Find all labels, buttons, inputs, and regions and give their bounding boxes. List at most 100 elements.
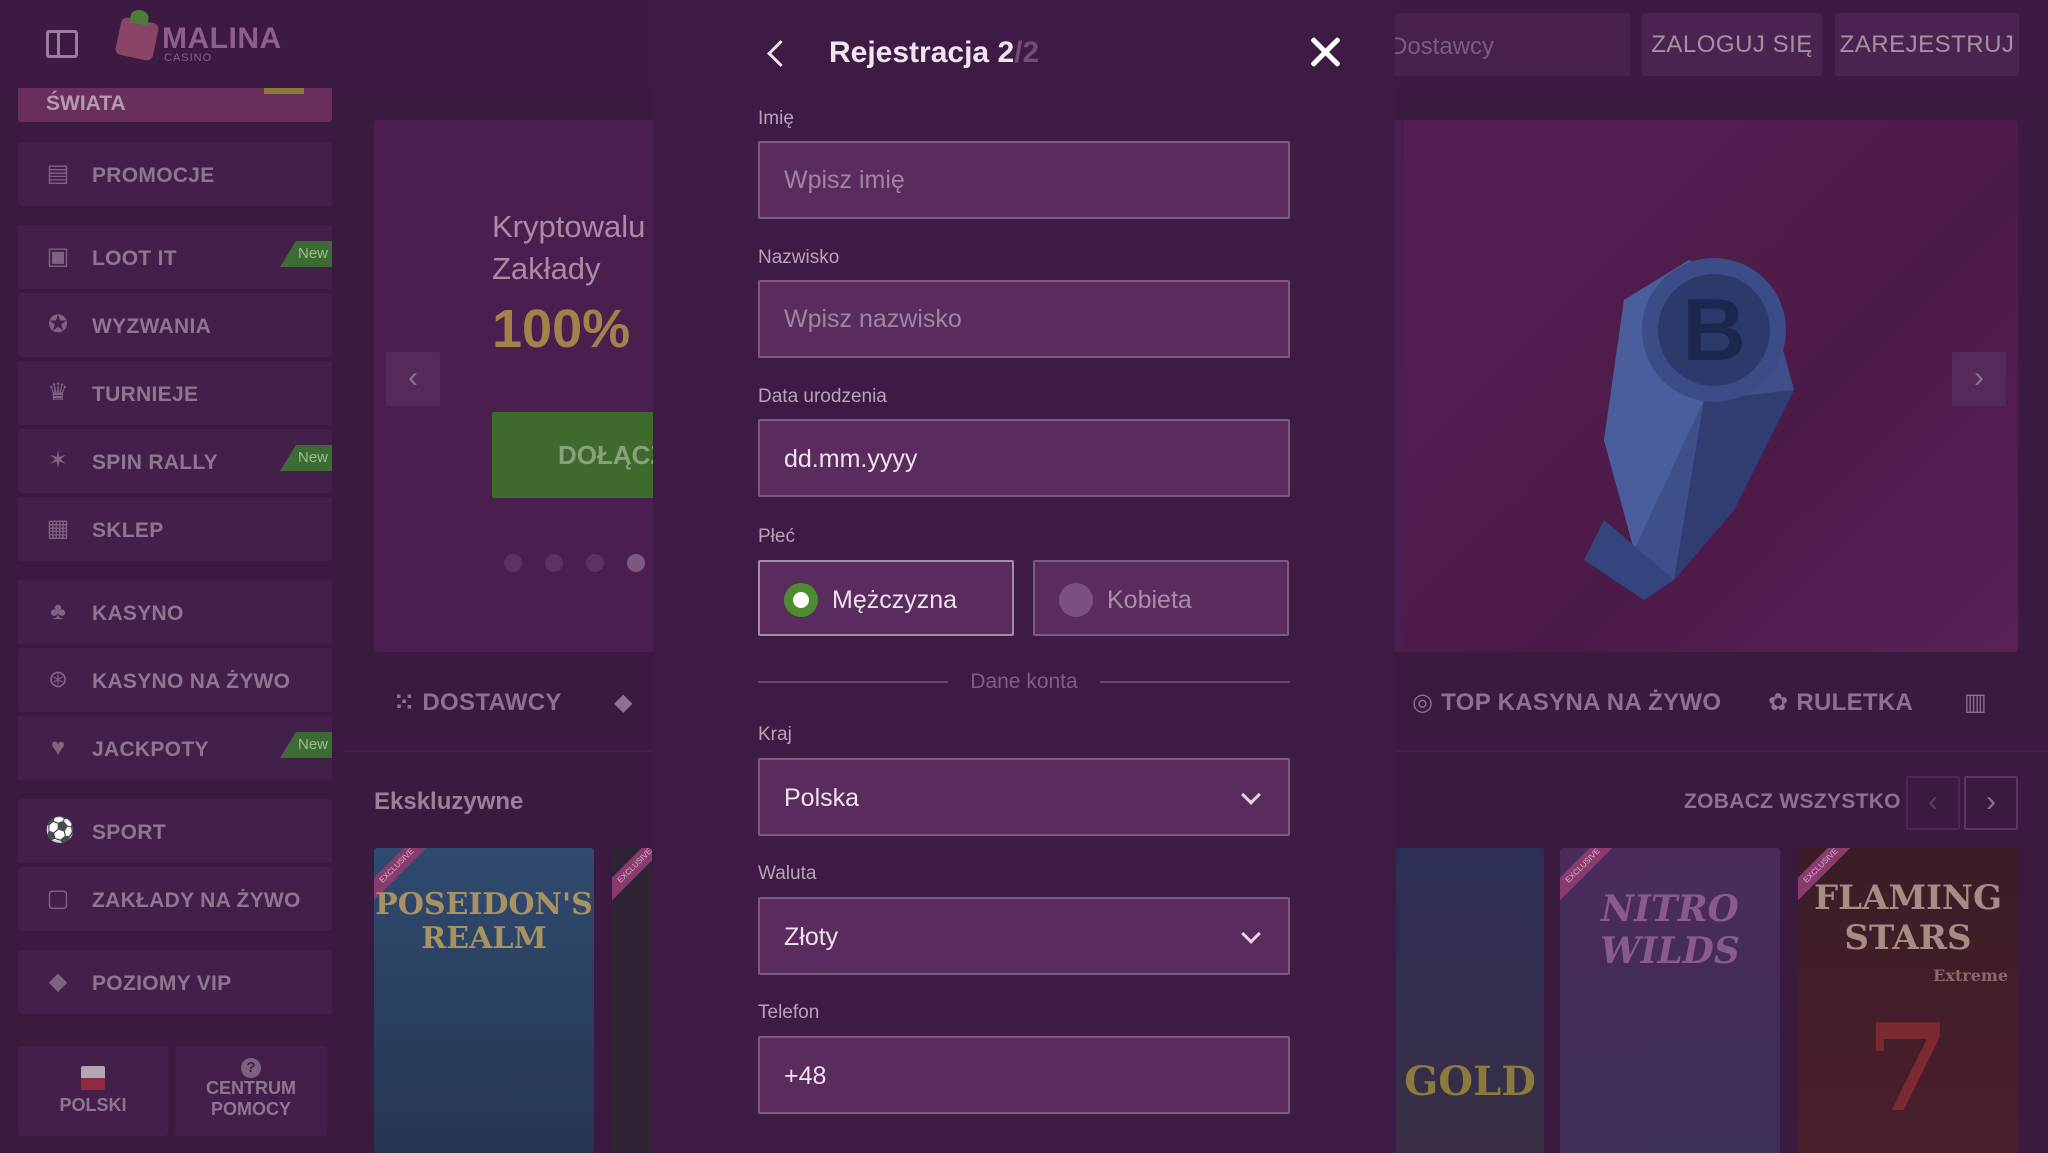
logo[interactable]: MALINA CASINO	[114, 16, 288, 66]
close-icon[interactable]	[1309, 36, 1341, 68]
category-ruletka[interactable]: ✿ RULETKA	[1768, 688, 1913, 717]
sidebar-item-label: ŚWIATA	[46, 92, 126, 115]
banner-next-arrow-icon[interactable]: ›	[1952, 352, 2006, 406]
first-name-field[interactable]	[758, 141, 1290, 219]
sidebar-item-label: SPORT	[92, 821, 166, 844]
game-tile[interactable]: EXCLUSIVE POSEIDON'S REALM	[374, 848, 594, 1153]
sidebar-item-kasyno-na-zywo[interactable]: ⊛ KASYNO NA ŻYWO	[18, 648, 332, 712]
game-title: NITRO WILDS	[1600, 888, 1740, 972]
new-badge: New	[279, 445, 332, 471]
carousel-dot-active[interactable]	[627, 554, 645, 572]
gold-accent	[264, 88, 304, 94]
carousel-dot[interactable]	[586, 554, 604, 572]
games-next-arrow-icon[interactable]: ›	[1964, 776, 2018, 830]
games-prev-arrow-icon[interactable]: ‹	[1906, 776, 1960, 830]
new-badge: New	[279, 241, 332, 267]
help-label-line1: CENTRUM	[206, 1078, 296, 1098]
gender-female-label: Kobieta	[1107, 586, 1192, 614]
category-more[interactable]: ▥	[1964, 688, 1995, 717]
sidebar-item-label: SPIN RALLY	[92, 451, 218, 474]
trophy-icon: ♛	[47, 379, 69, 406]
sidebar-item-label: SKLEP	[92, 519, 164, 542]
category-diamond[interactable]: ◆	[614, 688, 641, 717]
phone-prefix-value: +48	[784, 1062, 827, 1090]
sidebar-item-label: JACKPOTY	[92, 738, 209, 761]
diamond-icon: ◆	[48, 968, 68, 995]
gender-male-radio[interactable]: Mężczyzna	[758, 560, 1014, 636]
language-button[interactable]: POLSKI	[18, 1046, 168, 1136]
game-tile[interactable]: EXCLUSIVE FLAMING STARS Extreme 7	[1798, 848, 2018, 1153]
register-button[interactable]: ZAREJESTRUJ	[1835, 13, 2019, 76]
country-select[interactable]: Polska	[758, 758, 1290, 836]
back-arrow-icon[interactable]	[763, 34, 793, 70]
bitcoin-crystal-icon: B	[1584, 258, 1794, 600]
sidebar-item-world[interactable]: ŚWIATA	[18, 88, 332, 122]
sidebar-item-label: TURNIEJE	[92, 383, 199, 406]
see-all-link[interactable]: ZOBACZ WSZYSTKO	[1684, 790, 1901, 814]
gender-female-radio[interactable]: Kobieta	[1033, 560, 1289, 636]
banner-join-label: DOŁĄCZ	[558, 440, 667, 470]
poland-flag-icon	[81, 1066, 105, 1090]
slot-machine-icon: ▥	[1964, 689, 1987, 716]
carousel-dot[interactable]	[545, 554, 563, 572]
category-dostawcy[interactable]: ⁙ DOSTAWCY	[394, 688, 562, 717]
sidebar-item-label: KASYNO NA ŻYWO	[92, 670, 291, 693]
sidebar-item-sport[interactable]: ⚽ SPORT	[18, 799, 332, 863]
sidebar-item-poziomy-vip[interactable]: ◆ POZIOMY VIP	[18, 950, 332, 1014]
loot-box-icon: ▣	[46, 243, 70, 270]
jackpot-icon: ♥	[50, 734, 66, 761]
search-input[interactable]: Dostawcy	[1380, 13, 1630, 76]
phone-field[interactable]: +48	[758, 1036, 1290, 1114]
logo-subtext: CASINO	[164, 52, 213, 64]
account-section-divider: Dane konta	[758, 670, 1290, 694]
radio-unselected-icon	[1059, 583, 1093, 617]
sidebar-item-promocje[interactable]: ▤ PROMOCJE	[18, 142, 332, 206]
sidebar-item-jackpoty[interactable]: ♥ JACKPOTY New	[18, 716, 332, 780]
currency-value: Złoty	[784, 923, 839, 951]
sidebar-toggle-icon[interactable]	[46, 30, 78, 58]
carousel-dot[interactable]	[504, 554, 522, 572]
grid-icon: ⁙	[394, 689, 415, 716]
modal-title-text: Rejestracja 2	[829, 36, 1015, 69]
banner-prev-arrow-icon[interactable]: ‹	[386, 352, 440, 406]
sidebar-item-turnieje[interactable]: ♛ TURNIEJE	[18, 361, 332, 425]
rally-icon: ✶	[47, 447, 69, 474]
currency-label: Waluta	[758, 863, 817, 884]
sidebar-item-zaklady-na-zywo[interactable]: ▢ ZAKŁADY NA ŻYWO	[18, 867, 332, 931]
sidebar-item-label: KASYNO	[92, 602, 184, 625]
live-bet-icon: ▢	[46, 885, 70, 912]
gender-male-label: Mężczyzna	[832, 586, 958, 614]
radio-selected-icon	[784, 583, 818, 617]
game-tile[interactable]: EXCLUSIVE	[612, 848, 652, 1153]
birth-date-value: dd.mm.yyyy	[784, 445, 918, 473]
game-title: FLAMING STARS	[1813, 878, 2003, 958]
exclusive-ribbon: EXCLUSIVE	[612, 848, 652, 904]
country-value: Polska	[784, 784, 860, 812]
sidebar-item-sklep[interactable]: ▦ SKLEP	[18, 497, 332, 561]
chevron-down-icon	[1241, 924, 1261, 944]
gift-icon: ▤	[46, 160, 70, 187]
login-button[interactable]: ZALOGUJ SIĘ	[1642, 13, 1822, 76]
chip-icon: ◎	[1412, 689, 1434, 716]
sidebar-item-loot-it[interactable]: ▣ LOOT IT New	[18, 225, 332, 289]
last-name-input[interactable]	[760, 282, 1288, 356]
sidebar-item-label: LOOT IT	[92, 247, 177, 270]
sidebar-item-wyzwania[interactable]: ✪ WYZWANIA	[18, 293, 332, 357]
help-center-button[interactable]: ? CENTRUM POMOCY	[175, 1046, 327, 1136]
new-badge: New	[279, 732, 332, 758]
sidebar-item-kasyno[interactable]: ♣ KASYNO	[18, 580, 332, 644]
category-top-live-casino[interactable]: ◎ TOP KASYNA NA ŻYWO	[1412, 688, 1721, 717]
last-name-field[interactable]	[758, 280, 1290, 358]
game-tile[interactable]: GOLD	[1396, 848, 1544, 1153]
game-tile[interactable]: EXCLUSIVE NITRO WILDS	[1560, 848, 1780, 1153]
logo-text: MALINA	[162, 22, 282, 55]
birth-date-field[interactable]: dd.mm.yyyy	[758, 419, 1290, 497]
help-icon: ?	[241, 1058, 261, 1078]
shop-icon: ▦	[46, 515, 70, 542]
currency-select[interactable]: Złoty	[758, 897, 1290, 975]
sidebar-item-spin-rally[interactable]: ✶ SPIN RALLY New	[18, 429, 332, 493]
last-name-label: Nazwisko	[758, 247, 840, 268]
seven-icon: 7	[1866, 998, 1950, 1139]
category-label: TOP KASYNA NA ŻYWO	[1441, 689, 1722, 716]
first-name-input[interactable]	[760, 143, 1288, 217]
